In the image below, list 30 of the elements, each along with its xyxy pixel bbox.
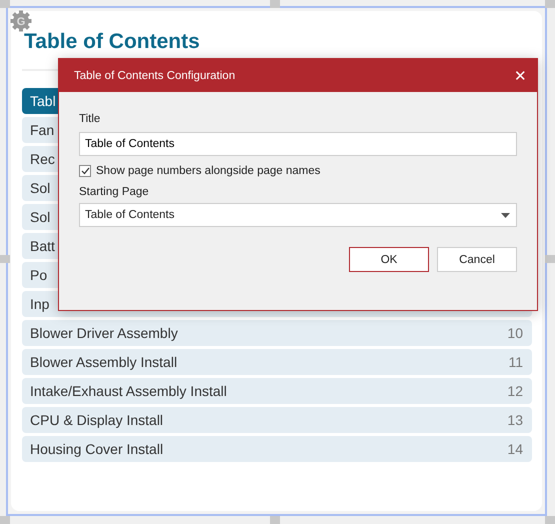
resize-handle[interactable] — [0, 0, 10, 8]
checkbox-label[interactable]: Show page numbers alongside page names — [96, 165, 320, 177]
resize-handle[interactable] — [545, 0, 555, 8]
resize-handle[interactable] — [270, 516, 280, 524]
toc-entry[interactable]: CPU & Display Install 13 — [22, 407, 532, 433]
ok-button[interactable]: OK — [349, 247, 429, 272]
page-number: 11 — [508, 354, 523, 370]
toc-entry[interactable]: Housing Cover Install 14 — [22, 436, 532, 462]
starting-page-dropdown[interactable]: Table of Contents — [79, 203, 517, 227]
toc-entry[interactable]: Intake/Exhaust Assembly Install 12 — [22, 378, 532, 404]
page-number: 13 — [507, 412, 523, 428]
page-number: 14 — [507, 441, 523, 457]
resize-handle[interactable] — [545, 255, 555, 263]
page-number: 10 — [507, 325, 523, 341]
field-label: Starting Page — [79, 186, 150, 200]
resize-handle[interactable] — [270, 0, 280, 8]
resize-handle[interactable] — [0, 255, 10, 263]
dropdown-caret-icon — [501, 212, 510, 218]
title-field[interactable]: Table of Contents — [79, 132, 517, 156]
page-number: 12 — [507, 383, 523, 399]
field-label: Title — [79, 113, 102, 127]
close-button[interactable]: ✕ — [514, 66, 527, 84]
resize-handle[interactable] — [0, 516, 10, 524]
page-title: Table of Contents — [24, 29, 201, 55]
dialog-title: Table of Contents Configuration — [74, 70, 236, 82]
toc-entry[interactable]: Blower Assembly Install 11 — [22, 349, 532, 375]
checkbox[interactable] — [79, 165, 91, 177]
toc-entry[interactable]: Blower Driver Assembly 10 — [22, 320, 532, 346]
resize-handle[interactable] — [545, 516, 555, 524]
cancel-button[interactable]: Cancel — [437, 247, 517, 272]
